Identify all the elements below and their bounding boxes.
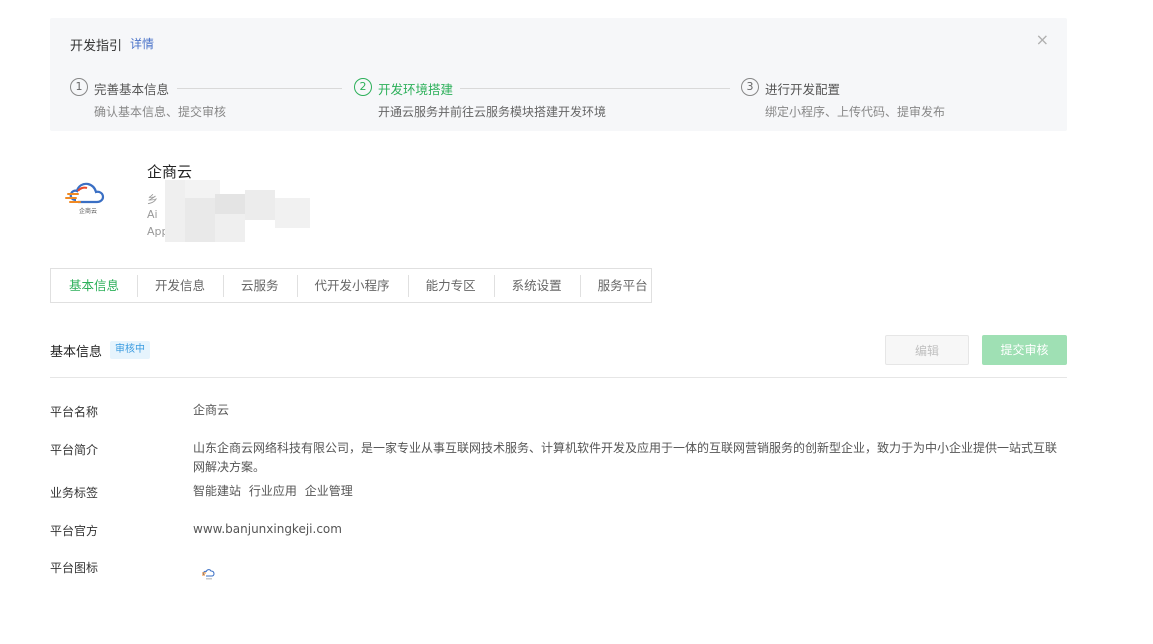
close-icon[interactable]: × bbox=[1036, 32, 1049, 48]
platform-intro-label: 平台简介 bbox=[50, 443, 99, 457]
step-connector bbox=[460, 88, 730, 89]
tab-capabilities[interactable]: 能力专区 bbox=[407, 274, 494, 297]
platform-name-value: 企商云 bbox=[193, 403, 230, 417]
platform-intro-value: 山东企商云网络科技有限公司，是一家专业从事互联网技术服务、计算机软件开发及应用于… bbox=[193, 441, 1058, 474]
dev-guide-panel: 开发指引 详情 × 1 完善基本信息 确认基本信息、提交审核 2 开发环境搭建 … bbox=[50, 18, 1067, 131]
tab-cloud-service[interactable]: 云服务 bbox=[223, 274, 297, 297]
tag: 企业管理 bbox=[304, 484, 353, 498]
step-desc: 绑定小程序、上传代码、提审发布 bbox=[765, 105, 946, 119]
step-title: 进行开发配置 bbox=[765, 82, 841, 97]
status-badge: 审核中 bbox=[110, 341, 150, 359]
step-connector bbox=[177, 88, 342, 89]
platform-name-label: 平台名称 bbox=[50, 405, 99, 419]
platform-icon bbox=[200, 565, 218, 583]
divider bbox=[50, 377, 1067, 378]
step-number: 1 bbox=[70, 78, 88, 96]
step-number: 3 bbox=[741, 78, 759, 96]
app-meta-line: Ai bbox=[147, 208, 158, 221]
logo-caption: 企商云 bbox=[79, 208, 98, 215]
step-title: 开发环境搭建 bbox=[378, 82, 454, 97]
guide-details-link[interactable]: 详情 bbox=[130, 35, 154, 52]
tab-agent-dev-miniprogram[interactable]: 代开发小程序 bbox=[296, 274, 408, 297]
business-tags-label: 业务标签 bbox=[50, 486, 99, 500]
guide-title: 开发指引 bbox=[70, 39, 123, 54]
app-meta-line: 乡 bbox=[147, 193, 158, 206]
platform-icon-label: 平台图标 bbox=[50, 561, 99, 575]
business-tags: 智能建站 行业应用 企业管理 bbox=[193, 482, 357, 501]
tab-system-settings[interactable]: 系统设置 bbox=[493, 274, 580, 297]
official-site-value: www.banjunxingkeji.com bbox=[193, 522, 342, 536]
official-site-label: 平台官方 bbox=[50, 524, 99, 538]
tab-bar: 基本信息 开发信息 云服务 代开发小程序 能力专区 系统设置 服务平台 bbox=[50, 268, 652, 303]
tab-service-platform[interactable]: 服务平台 bbox=[579, 274, 666, 297]
cloud-logo-icon bbox=[202, 569, 215, 580]
section-title: 基本信息 bbox=[50, 345, 103, 360]
edit-button[interactable]: 编辑 bbox=[885, 335, 969, 365]
cloud-logo-icon bbox=[65, 182, 105, 204]
step-title: 完善基本信息 bbox=[94, 82, 170, 97]
step-desc: 确认基本信息、提交审核 bbox=[94, 105, 227, 119]
app-logo: 企商云 bbox=[62, 170, 118, 226]
redacted-info bbox=[165, 180, 310, 242]
app-name: 企商云 bbox=[147, 163, 193, 181]
submit-review-button[interactable]: 提交审核 bbox=[982, 335, 1067, 365]
step-number: 2 bbox=[354, 78, 372, 96]
step-desc: 开通云服务并前往云服务模块搭建开发环境 bbox=[378, 105, 607, 119]
tag: 智能建站 bbox=[193, 484, 242, 498]
tag: 行业应用 bbox=[248, 484, 297, 498]
tab-dev-info[interactable]: 开发信息 bbox=[137, 274, 223, 297]
tab-basic-info[interactable]: 基本信息 bbox=[51, 277, 137, 295]
